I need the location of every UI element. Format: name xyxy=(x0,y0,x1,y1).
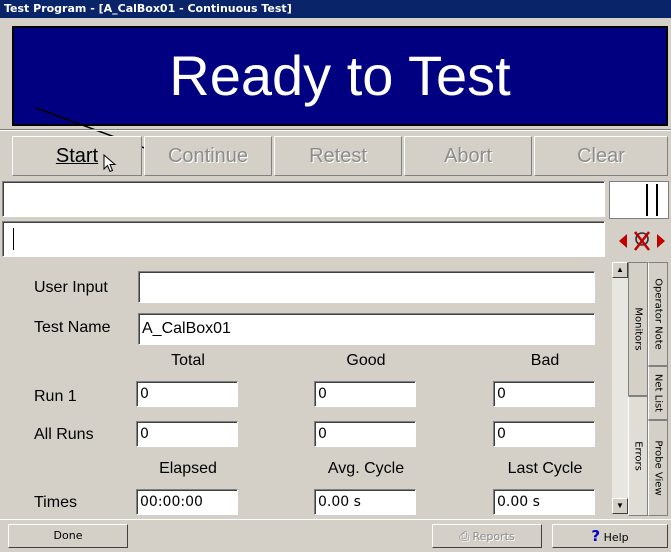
text-caret xyxy=(13,228,14,250)
user-input-label: User Input xyxy=(34,279,108,296)
clear-button[interactable]: Clear xyxy=(534,136,668,176)
tab-operator-note[interactable]: Operator Note xyxy=(648,262,668,366)
total-header: Total xyxy=(171,352,205,369)
mouse-cursor-icon xyxy=(103,154,117,173)
scroll-up-icon[interactable]: ▲ xyxy=(612,262,628,278)
tab-errors-label: Errors xyxy=(632,441,644,471)
scroll-down-icon[interactable]: ▼ xyxy=(612,498,628,514)
tab-probe-view[interactable]: Probe View xyxy=(648,420,668,516)
bad-header: Bad xyxy=(530,352,560,369)
elapsed-value: 00:00:00 xyxy=(136,489,238,515)
retest-button[interactable]: Retest xyxy=(274,136,402,176)
message-field-2 xyxy=(2,221,605,257)
run1-label: Run 1 xyxy=(34,388,77,405)
tab-net-list-label: Net List xyxy=(652,373,664,413)
tab-errors[interactable]: Errors xyxy=(628,396,648,516)
test-name-label: Test Name xyxy=(34,319,111,336)
abort-button[interactable]: Abort xyxy=(404,136,532,176)
status-bar: Done ⎙ Reports ? Help xyxy=(0,519,671,552)
indicator-panel xyxy=(609,181,669,219)
separator xyxy=(0,129,671,131)
done-label: Done xyxy=(53,529,83,542)
message-field-1 xyxy=(2,181,605,217)
run1-total: 0 xyxy=(136,381,238,407)
printer-icon: ⎙ xyxy=(459,529,469,543)
user-input-field[interactable] xyxy=(138,271,595,303)
last-cycle-header: Last Cycle xyxy=(507,460,583,477)
all-runs-bad: 0 xyxy=(493,421,595,447)
run1-bad: 0 xyxy=(493,381,595,407)
tab-operator-note-label: Operator Note xyxy=(652,278,664,350)
window-title: Test Program - [A_CalBox01 - Continuous … xyxy=(0,0,671,18)
done-button[interactable]: Done xyxy=(8,524,128,548)
elapsed-header: Elapsed xyxy=(159,460,217,477)
avg-cycle-value: 0.00 s xyxy=(314,489,416,515)
tab-net-list[interactable]: Net List xyxy=(648,366,668,420)
tab-monitors[interactable]: Monitors xyxy=(628,262,648,396)
test-name-field[interactable]: A_CalBox01 xyxy=(138,313,595,345)
status-banner: Ready to Test xyxy=(12,26,668,126)
continue-button[interactable]: Continue xyxy=(144,136,272,176)
all-runs-total: 0 xyxy=(136,421,238,447)
help-button[interactable]: ? Help xyxy=(552,524,668,548)
reports-label: Reports xyxy=(472,530,515,543)
reports-button[interactable]: ⎙ Reports xyxy=(432,524,542,548)
help-icon: ? xyxy=(591,527,601,545)
all-runs-label: All Runs xyxy=(34,426,94,443)
vertical-scrollbar[interactable]: ▲ ▼ xyxy=(612,262,628,514)
tab-monitors-label: Monitors xyxy=(632,307,644,351)
help-label: Help xyxy=(603,531,629,544)
good-header: Good xyxy=(346,352,386,369)
all-runs-good: 0 xyxy=(314,421,416,447)
times-label: Times xyxy=(34,494,77,511)
start-label: Start xyxy=(55,145,99,167)
run1-good: 0 xyxy=(314,381,416,407)
tab-probe-view-label: Probe View xyxy=(652,440,664,496)
start-button[interactable]: Start xyxy=(12,136,142,176)
probe-disconnect-icon[interactable] xyxy=(617,228,667,254)
last-cycle-value: 0.00 s xyxy=(493,489,595,515)
avg-cycle-header: Avg. Cycle xyxy=(327,460,405,477)
